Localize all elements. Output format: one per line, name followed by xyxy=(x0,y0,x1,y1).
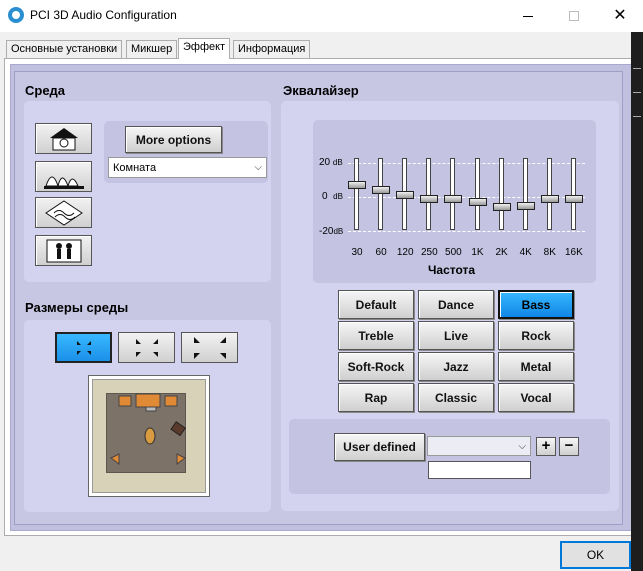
house-icon xyxy=(49,127,78,150)
room-speakers-diagram xyxy=(110,393,186,465)
room-size-large-button[interactable] xyxy=(181,332,238,363)
eq-slider-knob[interactable] xyxy=(396,191,415,200)
large-room-icon xyxy=(193,336,226,359)
maximize-button[interactable] xyxy=(551,0,597,32)
preset-button-default[interactable]: Default xyxy=(338,290,414,319)
user-defined-button[interactable]: User defined xyxy=(334,433,425,461)
eq-slider-track[interactable] xyxy=(474,158,480,230)
preset-button-rock[interactable]: Rock xyxy=(498,321,574,350)
eq-slider-knob[interactable] xyxy=(492,203,511,212)
eq-slider-track[interactable] xyxy=(522,158,528,230)
eq-gridline-bottom xyxy=(348,231,585,232)
underwater-icon xyxy=(44,199,83,226)
medium-room-icon xyxy=(135,338,158,357)
tab-effect[interactable]: Эффект xyxy=(178,38,231,59)
room-size-title: Размеры среды xyxy=(25,300,129,315)
db-label-mid: 0 dB xyxy=(322,191,343,202)
env-opera-button[interactable] xyxy=(35,161,92,192)
window-title: PCI 3D Audio Configuration xyxy=(30,8,177,22)
user-defined-select[interactable]: ⌵ xyxy=(427,436,531,456)
preset-button-vocal[interactable]: Vocal xyxy=(498,383,574,412)
room-size-medium-button[interactable] xyxy=(118,332,175,363)
frequency-axis-label: Частота xyxy=(428,263,476,277)
db-label-top: 20 dB xyxy=(319,157,343,168)
chevron-down-icon: ⌵ xyxy=(254,162,262,173)
user-preset-name-input[interactable] xyxy=(428,461,531,479)
eq-slider-knob[interactable] xyxy=(540,194,559,203)
preset-button-classic[interactable]: Classic xyxy=(418,383,494,412)
eq-slider-knob[interactable] xyxy=(372,186,391,195)
eq-slider-knob[interactable] xyxy=(348,181,366,190)
preset-button-metal[interactable]: Metal xyxy=(498,352,574,381)
eq-slider-knob[interactable] xyxy=(444,194,463,203)
preset-button-soft-rock[interactable]: Soft-Rock xyxy=(338,352,414,381)
app-icon xyxy=(8,7,24,23)
preset-button-rap[interactable]: Rap xyxy=(338,383,414,412)
env-underwater-button[interactable] xyxy=(35,197,92,228)
preset-button-jazz[interactable]: Jazz xyxy=(418,352,494,381)
room-preview xyxy=(88,375,210,497)
minimize-button[interactable] xyxy=(505,0,551,32)
equalizer-title: Эквалайзер xyxy=(283,83,359,98)
ok-button[interactable]: OK xyxy=(560,541,631,569)
minimize-icon xyxy=(523,15,533,17)
close-button[interactable]: ✕ xyxy=(597,0,643,32)
opera-house-icon xyxy=(43,176,84,189)
chevron-down-icon: ⌵ xyxy=(518,440,526,452)
eq-slider-track[interactable] xyxy=(354,158,359,230)
eq-frequency-label: 16K xyxy=(564,247,583,258)
preset-button-dance[interactable]: Dance xyxy=(418,290,494,319)
eq-slider-knob[interactable] xyxy=(468,198,487,207)
eq-slider-knob[interactable] xyxy=(516,201,535,210)
remove-preset-button[interactable]: − xyxy=(559,437,579,456)
eq-slider-knob[interactable] xyxy=(564,194,583,203)
preset-button-treble[interactable]: Treble xyxy=(338,321,414,350)
env-people-button[interactable] xyxy=(35,235,92,266)
close-icon: ✕ xyxy=(613,7,627,24)
add-preset-button[interactable]: + xyxy=(536,437,556,456)
more-options-button[interactable]: More options xyxy=(125,126,222,153)
preset-button-live[interactable]: Live xyxy=(418,321,494,350)
env-house-button[interactable] xyxy=(35,123,92,154)
maximize-icon xyxy=(569,11,579,21)
tab-basic-settings[interactable]: Основные установки xyxy=(6,40,123,58)
tab-mixer[interactable]: Микшер xyxy=(126,40,178,58)
environment-title: Среда xyxy=(25,83,66,98)
environment-preset-select[interactable]: Комната ⌵ xyxy=(108,157,267,178)
room-size-small-button[interactable] xyxy=(55,332,112,363)
preset-button-bass[interactable]: Bass xyxy=(498,290,574,319)
eq-slider-knob[interactable] xyxy=(420,194,439,203)
environment-preset-value: Комната xyxy=(113,161,157,174)
tab-information[interactable]: Информация xyxy=(233,40,311,58)
room-people-icon xyxy=(46,239,81,262)
eq-slider-track[interactable] xyxy=(498,158,504,230)
title-bar: PCI 3D Audio Configuration ✕ xyxy=(0,0,643,32)
small-room-icon xyxy=(76,340,91,355)
db-label-bottom: -20dB xyxy=(319,226,344,237)
background-window-edge xyxy=(631,32,643,571)
